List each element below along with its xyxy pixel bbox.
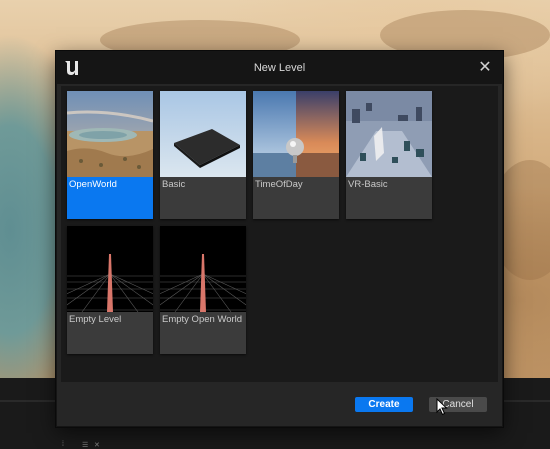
template-tile-basic[interactable]: Basic (160, 91, 246, 219)
openworld-thumbnail (67, 91, 153, 177)
new-level-dialog: New Level ✕ OpenWorld Basic TimeOfDay VR… (56, 51, 503, 427)
template-tile-vr-basic[interactable]: VR-Basic (346, 91, 432, 219)
vr-basic-thumbnail (346, 91, 432, 177)
empty-level-thumbnail (67, 226, 153, 312)
empty-open-world-thumbnail (160, 226, 246, 312)
create-button[interactable]: Create (355, 397, 413, 412)
template-label: OpenWorld (69, 179, 117, 190)
template-grid: OpenWorld Basic TimeOfDay VR-Basic Empty… (61, 86, 498, 382)
basic-thumbnail (160, 91, 246, 177)
template-label: Empty Level (69, 314, 122, 325)
editor-toolbar-icon[interactable]: ⁞ (62, 441, 64, 448)
template-tile-openworld[interactable]: OpenWorld (67, 91, 153, 219)
template-tile-timeofday[interactable]: TimeOfDay (253, 91, 339, 219)
dialog-titlebar: New Level ✕ (57, 52, 502, 84)
template-label: TimeOfDay (255, 179, 303, 190)
template-label: Empty Open World (162, 314, 243, 325)
close-icon[interactable]: ✕ (476, 59, 494, 77)
mouse-cursor-icon (436, 398, 448, 416)
editor-toolbar-icon[interactable]: ✕ (94, 441, 100, 449)
editor-toolbar-icon[interactable]: ☰ (82, 441, 88, 449)
template-label: VR-Basic (348, 179, 388, 190)
template-tile-empty-level[interactable]: Empty Level (67, 226, 153, 354)
dialog-title: New Level (253, 62, 306, 74)
timeofday-thumbnail (253, 91, 339, 177)
template-label: Basic (162, 179, 186, 190)
template-tile-empty-open-world[interactable]: Empty Open World (160, 226, 246, 354)
